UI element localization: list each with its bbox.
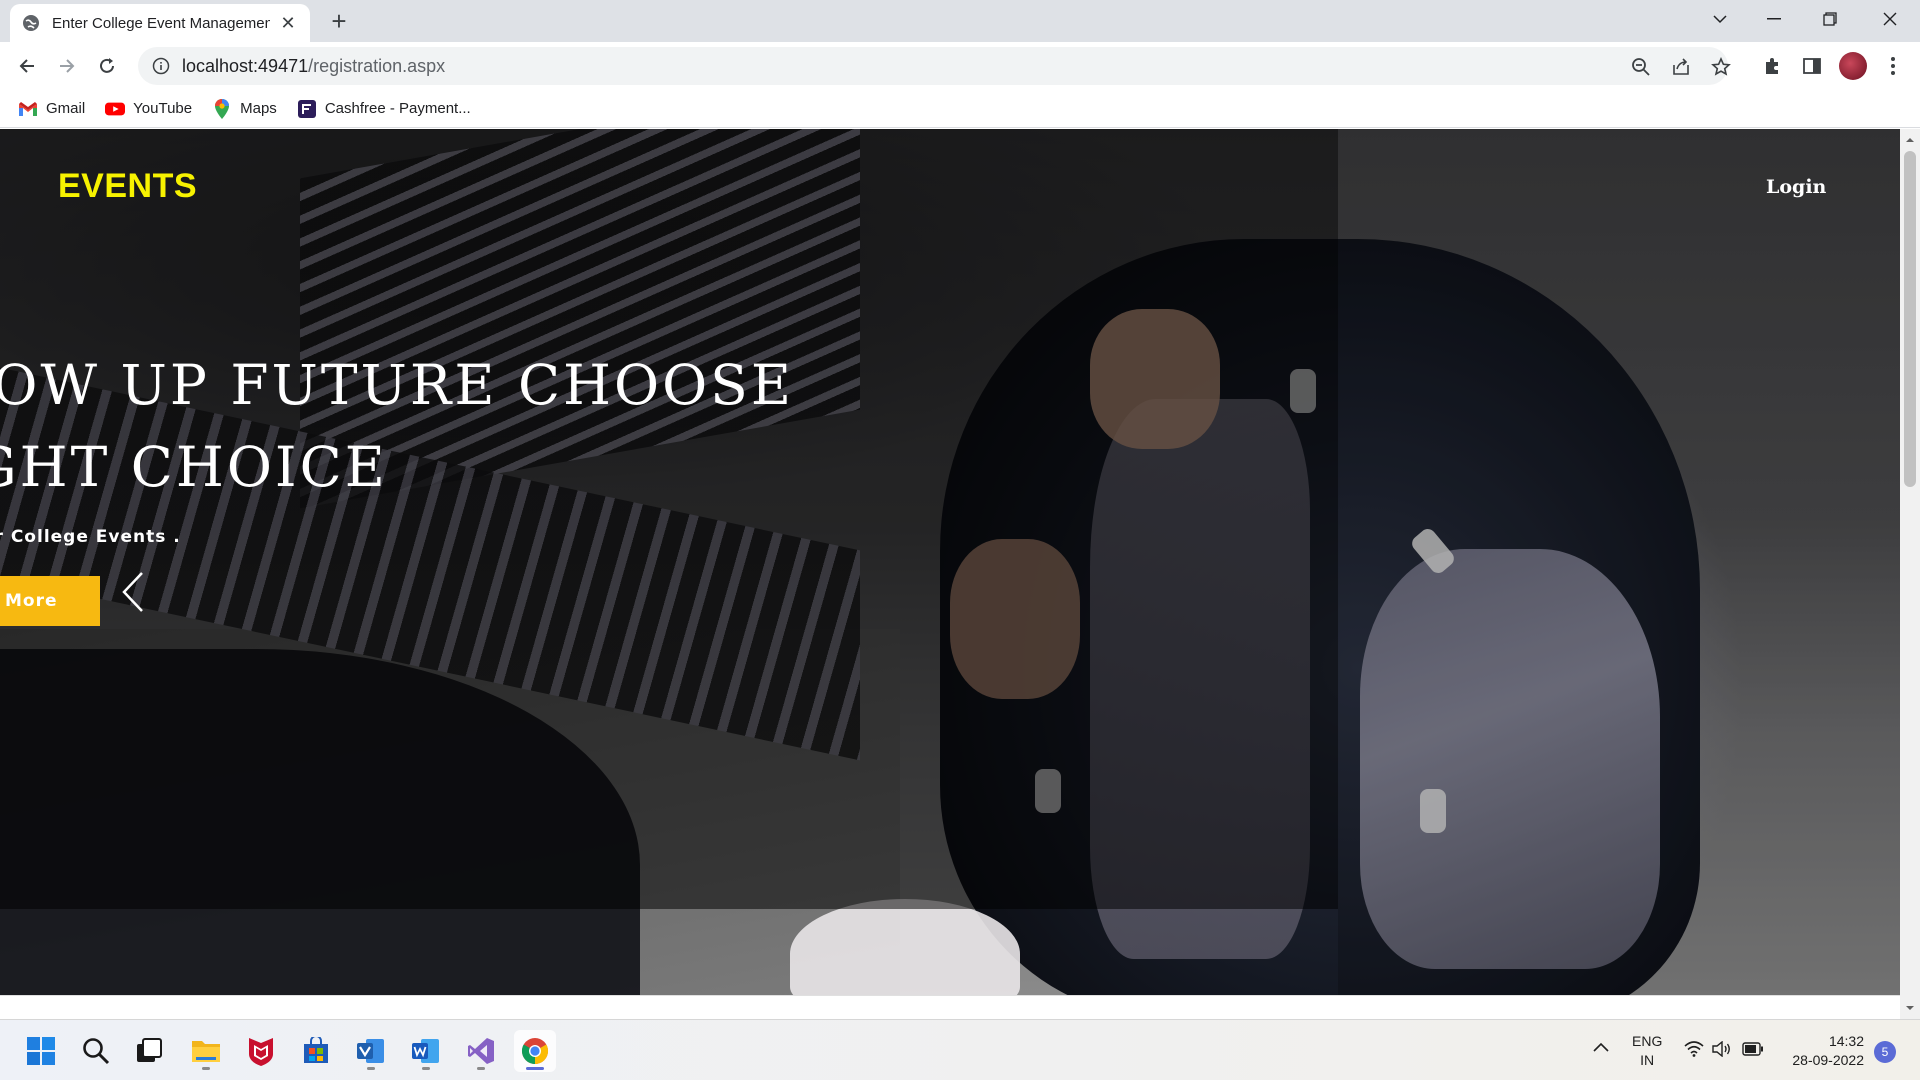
windows-taskbar: ENG IN 14:32 28-09-2022 5: [0, 1019, 1920, 1080]
battery-icon[interactable]: [1742, 1042, 1764, 1059]
cashfree-icon: [297, 99, 317, 118]
region-code: IN: [1640, 1052, 1655, 1068]
browser-menu-button[interactable]: [1878, 51, 1908, 81]
notification-badge[interactable]: 5: [1874, 1041, 1896, 1063]
restore-icon: [1823, 12, 1837, 26]
hero-subtitle: er College Events .: [0, 527, 181, 547]
share-icon[interactable]: [1670, 56, 1692, 78]
close-window-button[interactable]: [1862, 0, 1918, 38]
bookmark-label: YouTube: [133, 100, 193, 117]
extensions-button[interactable]: [1757, 51, 1787, 81]
search-icon[interactable]: [75, 1030, 117, 1072]
hero-headline-line-1: ROW UP FUTURE CHOOSE: [0, 353, 795, 417]
restore-button[interactable]: [1802, 0, 1858, 38]
scrollbar-thumb[interactable]: [1904, 151, 1916, 487]
info-icon[interactable]: [152, 57, 170, 75]
scroll-up-arrow-icon[interactable]: [1900, 133, 1920, 147]
bookmark-label: Cashfree - Payment...: [324, 100, 471, 117]
browser-toolbar: localhost:49471/registration.aspx: [0, 42, 1920, 90]
chevron-down-icon: [1713, 15, 1727, 24]
gmail-icon: [18, 100, 38, 118]
bookmark-label: Gmail: [46, 100, 86, 117]
hero-headline-line-2: IGHT CHOICE: [0, 435, 388, 499]
bookmark-label: Maps: [240, 100, 277, 117]
url-path: /registration.aspx: [308, 55, 446, 76]
minimize-icon: [1767, 18, 1781, 20]
side-panel-button[interactable]: [1797, 51, 1827, 81]
show-hidden-icons-icon[interactable]: [1592, 1040, 1610, 1056]
profile-button[interactable]: [1838, 51, 1868, 81]
close-tab-icon[interactable]: ✕: [278, 13, 298, 34]
wifi-icon[interactable]: [1684, 1041, 1704, 1060]
windows-start-icon[interactable]: [20, 1030, 62, 1072]
read-more-button[interactable]: ad More: [0, 576, 100, 626]
back-button[interactable]: [12, 51, 42, 81]
tab-search-button[interactable]: [1692, 0, 1748, 38]
clock-time: 14:32: [1828, 1033, 1864, 1049]
reload-button[interactable]: [92, 51, 122, 81]
bookmark-youtube[interactable]: YouTube: [105, 100, 192, 118]
minimize-button[interactable]: [1746, 0, 1802, 38]
word-icon[interactable]: [405, 1030, 447, 1072]
zoom-icon[interactable]: [1630, 56, 1652, 78]
globe-icon: [22, 14, 40, 32]
arrow-right-icon: [60, 59, 75, 73]
vertical-scrollbar[interactable]: [1900, 129, 1920, 1019]
arrow-left-icon: [19, 59, 34, 73]
clock-date: 28-09-2022: [1792, 1052, 1864, 1068]
page-bottom-strip: [0, 995, 1900, 1019]
page-viewport: EVENTS Login ROW UP FUTURE CHOOSE IGHT C…: [0, 129, 1900, 995]
running-indicator: [367, 1067, 375, 1070]
login-link[interactable]: Login: [1766, 176, 1826, 198]
carousel-prev-icon[interactable]: [118, 567, 148, 617]
puzzle-icon: [1766, 58, 1778, 74]
microsoft-store-icon[interactable]: [295, 1030, 337, 1072]
bookmark-gmail[interactable]: Gmail: [18, 100, 85, 118]
visio-icon[interactable]: [350, 1030, 392, 1072]
maps-icon: [212, 98, 232, 119]
address-bar[interactable]: localhost:49471/registration.aspx: [138, 47, 1731, 85]
more-vertical-icon: [1891, 57, 1895, 75]
bookmark-cashfree[interactable]: Cashfree - Payment...: [297, 99, 471, 118]
tab-title: Enter College Event Management: [52, 14, 270, 32]
chrome-icon[interactable]: [514, 1030, 556, 1072]
hero-dark-overlay: [0, 129, 1338, 909]
site-logo[interactable]: EVENTS: [58, 167, 197, 206]
mcafee-icon[interactable]: [240, 1030, 282, 1072]
running-indicator: [422, 1067, 430, 1070]
avatar: [1839, 52, 1867, 80]
close-icon: [1883, 12, 1897, 26]
reload-icon: [100, 58, 114, 73]
bookmark-maps[interactable]: Maps: [212, 98, 277, 119]
input-language-indicator[interactable]: ENG IN: [1632, 1032, 1662, 1070]
scroll-down-arrow-icon[interactable]: [1900, 1001, 1920, 1015]
browser-tab[interactable]: Enter College Event Management ✕: [10, 4, 310, 42]
task-view-icon[interactable]: [128, 1030, 170, 1072]
file-explorer-icon[interactable]: [185, 1030, 227, 1072]
url-text: localhost:49471/registration.aspx: [182, 56, 445, 77]
browser-tab-strip: Enter College Event Management ✕ +: [0, 0, 1920, 42]
bookmark-star-icon[interactable]: [1710, 56, 1732, 78]
language-code: ENG: [1632, 1033, 1663, 1049]
visual-studio-icon[interactable]: [460, 1030, 502, 1072]
hero-light-overlay: [1338, 129, 1900, 995]
bookmarks-bar: Gmail YouTube Maps Cashfree - Payment...: [0, 90, 1920, 128]
hero-headline: ROW UP FUTURE CHOOSE IGHT CHOICE: [0, 344, 794, 508]
running-indicator: [202, 1067, 210, 1070]
new-tab-button[interactable]: +: [325, 8, 353, 36]
youtube-icon: [105, 100, 126, 118]
system-clock[interactable]: 14:32 28-09-2022: [1778, 1032, 1864, 1070]
running-indicator: [526, 1067, 544, 1070]
url-host: localhost:49471: [182, 55, 309, 76]
running-indicator: [477, 1067, 485, 1070]
volume-icon[interactable]: [1712, 1040, 1732, 1060]
forward-button[interactable]: [52, 51, 82, 81]
side-panel-icon: [1803, 58, 1821, 74]
